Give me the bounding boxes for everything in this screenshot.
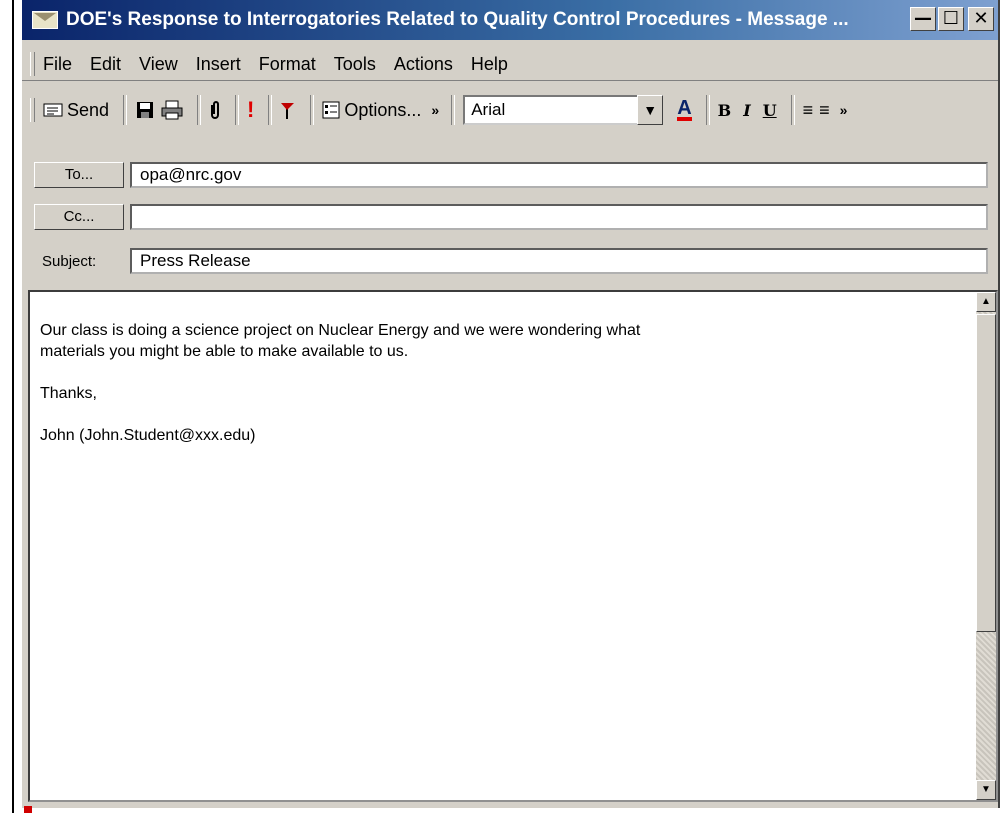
subject-field[interactable]: Press Release [130,248,988,274]
options-icon [322,101,340,119]
menu-insert[interactable]: Insert [196,54,241,75]
menu-actions[interactable]: Actions [394,54,453,75]
importance-button[interactable]: ! [247,97,254,123]
print-button[interactable] [161,100,183,120]
toolbar-separator [123,95,128,125]
send-icon [43,103,63,117]
align-left-button[interactable]: ≡ [803,100,814,121]
title-bar[interactable]: DOE's Response to Interrogatories Relate… [22,0,998,40]
envelope-icon [32,11,58,29]
send-label: Send [67,99,110,120]
subject-label: Subject: [42,252,97,270]
bold-icon: B [717,100,732,120]
vertical-scrollbar[interactable]: ▲ ▼ [976,292,996,800]
minimize-icon: — [914,8,932,29]
toolbar-separator [451,95,456,125]
options-button[interactable]: Options... [322,100,421,121]
paperclip-icon [211,101,220,119]
maximize-icon: ☐ [942,8,960,29]
close-button[interactable]: ✕ [968,7,994,31]
menu-file[interactable]: File [43,54,72,75]
toolbar-overflow-icon[interactable]: » [840,102,848,118]
underline-button[interactable]: U [763,101,777,120]
print-icon [161,100,183,120]
font-name-value: Arial [471,100,506,119]
message-window: DOE's Response to Interrogatories Relate… [22,0,1000,808]
menu-tools[interactable]: Tools [334,54,376,75]
bold-button[interactable]: B [718,101,732,120]
menu-format[interactable]: Format [259,54,316,75]
body-blank [40,404,940,425]
toolbar-separator [705,95,710,125]
minimize-button[interactable]: — [910,7,936,31]
font-color-icon: A [677,97,692,121]
italic-icon: I [743,100,751,120]
left-border-line [12,0,14,813]
flag-button[interactable] [280,100,296,120]
menu-help[interactable]: Help [471,54,508,75]
options-label: Options... [344,99,422,120]
send-button[interactable]: Send [43,100,109,121]
scroll-up-button[interactable]: ▲ [976,292,996,312]
menu-edit[interactable]: Edit [90,54,121,75]
to-row: To... [34,162,124,188]
save-button[interactable] [135,100,155,120]
toolbar-separator [268,95,273,125]
body-line: materials you might be able to make avai… [40,343,409,360]
menu-bar: File Edit View Insert Format Tools Actio… [22,48,998,81]
align-left-icon: ≡ [802,99,814,120]
font-color-button[interactable]: A [677,97,692,121]
maximize-button[interactable]: ☐ [938,7,964,31]
toolbar-separator [310,95,315,125]
message-body[interactable]: Our class is doing a science project on … [28,290,998,802]
toolbar-separator [235,95,240,125]
to-button[interactable]: To... [34,162,124,188]
font-name-select[interactable]: Arial ▼ [463,95,664,125]
body-closing: Thanks, [40,385,97,402]
toolbar: Send ! Options... » Arial ▼ A B I U ≡ ≡ … [22,88,998,132]
underline-icon: U [762,100,777,120]
align-center-icon: ≡ [819,99,830,120]
red-marker [24,806,32,813]
chevron-down-icon[interactable]: ▼ [637,95,664,125]
subject-row: Subject: [34,248,124,274]
save-icon [137,102,154,118]
scroll-down-button[interactable]: ▼ [976,780,996,800]
italic-button[interactable]: I [743,101,750,120]
cc-button[interactable]: Cc... [34,204,124,230]
attach-button[interactable] [209,100,221,120]
flag-icon [281,103,295,119]
toolbar-grip[interactable] [30,98,35,122]
toolbar-separator [197,95,202,125]
body-blank [40,362,940,383]
align-center-button[interactable]: ≡ [819,100,830,121]
menubar-grip[interactable] [30,52,35,76]
toolbar-overflow-icon[interactable]: » [431,102,439,118]
close-icon: ✕ [973,8,989,29]
scroll-thumb[interactable] [976,314,996,632]
body-signature: John (John.Student@xxx.edu) [40,427,256,444]
cc-row: Cc... [34,204,124,230]
menu-view[interactable]: View [139,54,178,75]
body-line: Our class is doing a science project on … [40,322,641,339]
message-text: Our class is doing a science project on … [40,320,940,446]
importance-icon: ! [247,97,255,122]
window-title: DOE's Response to Interrogatories Relate… [66,9,849,30]
cc-field[interactable] [130,204,988,230]
toolbar-separator [790,95,795,125]
to-field[interactable]: opa@nrc.gov [130,162,988,188]
